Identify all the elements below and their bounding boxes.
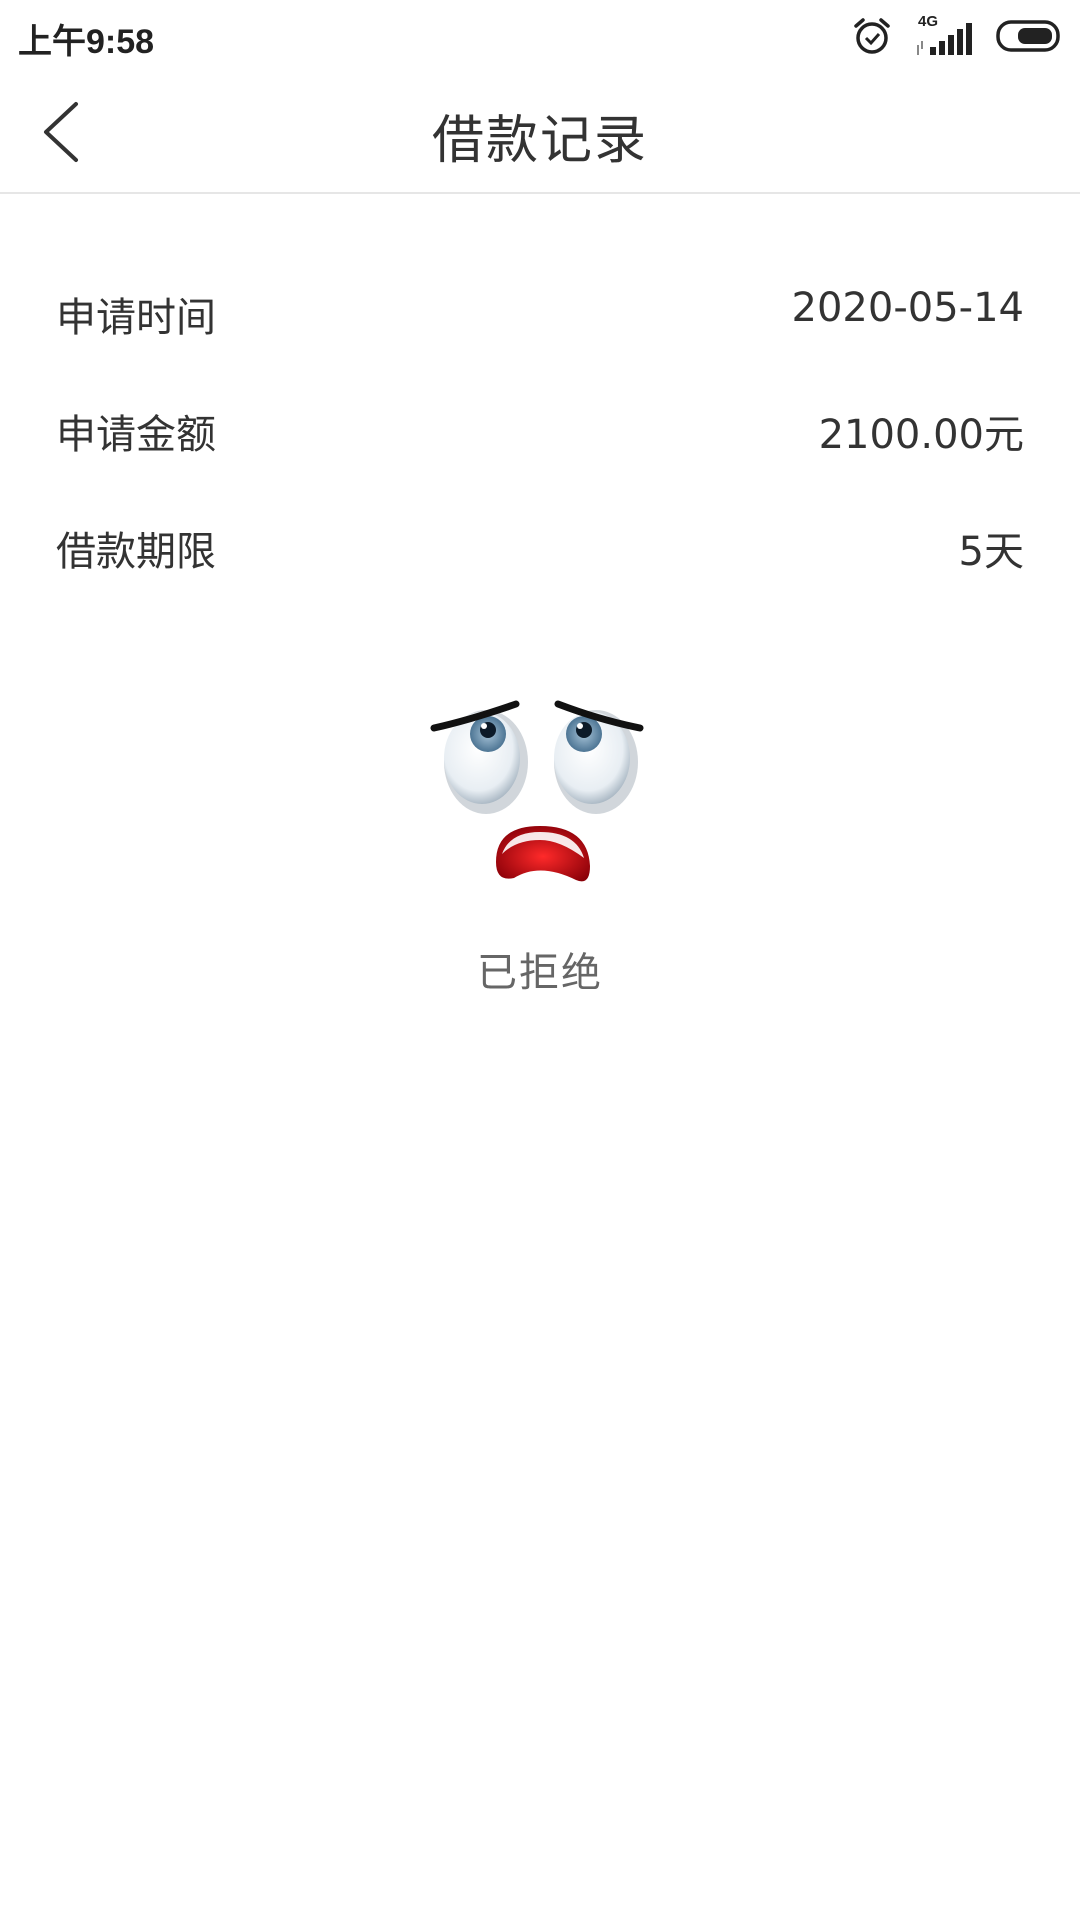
apply-amount-label: 申请金额 bbox=[56, 412, 216, 458]
result-area: 已拒绝 bbox=[0, 690, 1080, 1010]
alarm-icon bbox=[852, 16, 892, 56]
page-title: 借款记录 bbox=[431, 111, 648, 171]
sad-face-icon bbox=[430, 690, 650, 900]
loan-record-screen: 上午9:58 4G 借款记录 申请时间 2020-05-14 申请金额 2100… bbox=[0, 0, 1080, 1920]
status-time: 上午9:58 bbox=[18, 23, 155, 61]
nav-bar: 借款记录 bbox=[0, 72, 1080, 194]
status-icons: 4G bbox=[852, 13, 1062, 58]
status-bar: 上午9:58 4G bbox=[0, 0, 1080, 72]
apply-time-label: 申请时间 bbox=[56, 295, 216, 341]
result-status-text: 已拒绝 bbox=[477, 950, 603, 996]
info-row-apply-time: 申请时间 2020-05-14 bbox=[0, 255, 1080, 372]
apply-time-value: 2020-05-14 bbox=[791, 285, 1024, 331]
battery-icon bbox=[996, 19, 1062, 53]
loan-term-value: 5天 bbox=[958, 529, 1024, 575]
signal-4g-icon: 4G bbox=[914, 13, 974, 57]
info-row-apply-amount: 申请金额 2100.00元 bbox=[0, 372, 1080, 489]
record-info-list: 申请时间 2020-05-14 申请金额 2100.00元 借款期限 5天 bbox=[0, 255, 1080, 606]
info-row-loan-term: 借款期限 5天 bbox=[0, 489, 1080, 606]
loan-term-label: 借款期限 bbox=[56, 529, 216, 575]
apply-amount-value: 2100.00元 bbox=[818, 412, 1024, 458]
